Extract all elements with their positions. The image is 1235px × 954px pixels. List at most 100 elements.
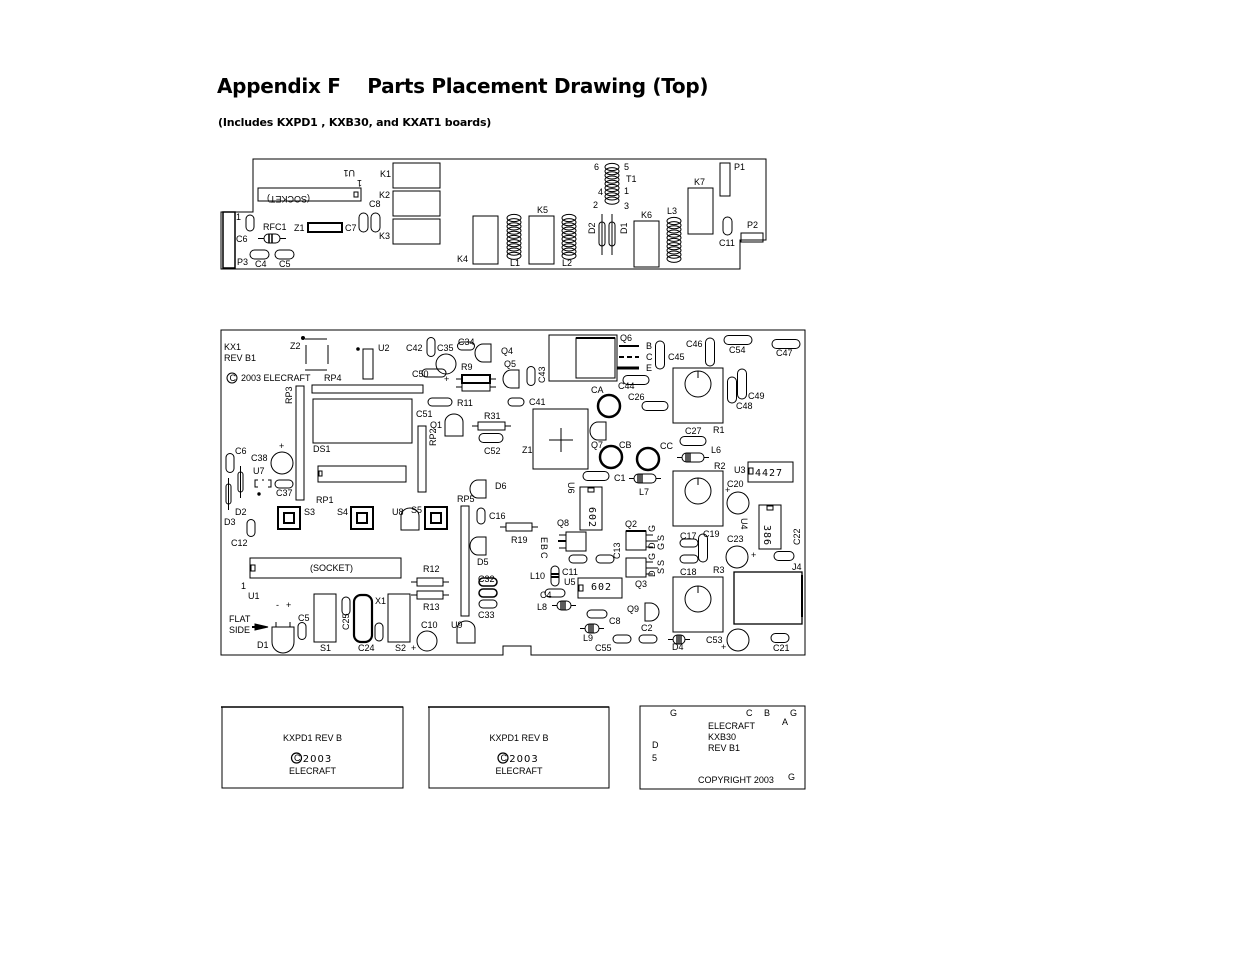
kx1-label-c37: C37 <box>276 488 293 498</box>
kxat1-label-t1_3: 3 <box>624 201 629 211</box>
pin-label: B <box>539 544 549 550</box>
u7-chip <box>254 479 272 488</box>
kx1-label-ic4427: 4427 <box>755 468 783 479</box>
kx1-label-l10: L10 <box>530 571 545 581</box>
kx1-label-c11: C11 <box>562 567 578 577</box>
kxb30-text: REV B1 <box>708 743 740 753</box>
ic-notch <box>766 505 774 511</box>
copyright-c: C <box>230 373 237 383</box>
kxat1-label-t1_2: 2 <box>593 200 598 210</box>
rp1-socket <box>317 465 407 483</box>
kx1-label-q8: Q8 <box>557 518 569 528</box>
p3-connector <box>222 211 236 269</box>
kx1-label-c27: C27 <box>685 426 702 436</box>
kx1-label-c46: C46 <box>686 339 703 349</box>
kx1-label-socket: (SOCKET) <box>310 563 353 573</box>
inductor-l9 <box>580 623 604 634</box>
board-name: KX1 <box>224 342 241 352</box>
coil-l2 <box>561 213 577 260</box>
kxb30-copyright: COPYRIGHT 2003 <box>698 775 774 785</box>
kxat1-label-c4: C4 <box>255 259 267 269</box>
kx1-label-flat: FLAT <box>229 614 251 624</box>
kx1-label-d3: D3 <box>224 517 236 527</box>
cap-c53 <box>726 628 750 652</box>
kxat1-label-k4: K4 <box>457 254 468 264</box>
kx1-label-c42: C42 <box>406 343 423 353</box>
board-copyright: 2003 ELECRAFT <box>241 373 311 383</box>
kx1-label-s2: S2 <box>395 643 406 653</box>
copyright-c: C <box>294 753 301 763</box>
kx1-label-ic386: 386 <box>761 525 772 546</box>
kx1-label-c54: C54 <box>729 345 746 355</box>
kxat1-label-u1: U1 <box>343 168 355 178</box>
header-p2 <box>740 232 764 243</box>
kxpd1-maker: ELECRAFT <box>495 766 543 776</box>
trimmer-r2 <box>672 470 724 527</box>
kx1-label-r11: R11 <box>457 398 473 408</box>
kx1-label-r13: R13 <box>423 602 440 612</box>
cap-c42 <box>426 337 436 357</box>
cap-c27 <box>679 436 707 446</box>
kxat1-label-t1_4: 4 <box>598 187 603 197</box>
kx1-label-rp5: RP5 <box>457 494 475 504</box>
kxb30-pad-label: D <box>652 740 659 750</box>
socket-notch <box>353 191 359 198</box>
cap-c41 <box>507 397 525 407</box>
c11-cap <box>722 216 733 236</box>
resistor-r19 <box>500 522 538 532</box>
cap-c18 <box>679 554 699 564</box>
kxat1-label-c11: C11 <box>719 238 735 248</box>
resistor-r11 <box>456 382 496 392</box>
cap-c51 <box>427 397 453 407</box>
polarity-plus: + <box>444 374 449 384</box>
kxat1-label-t1_1: 1 <box>624 186 629 196</box>
kx1-label-plus2: + <box>411 643 416 653</box>
relay-k5 <box>528 215 555 265</box>
kx1-label-c5: C5 <box>298 613 310 623</box>
kx1-label-r12: R12 <box>423 564 440 574</box>
transistor-q8 <box>558 531 587 552</box>
cap-c5 <box>297 622 307 640</box>
kxb30-pad-label: G <box>790 708 797 718</box>
kx1-parts <box>225 335 801 652</box>
resistor-r31 <box>472 421 511 431</box>
cap-c8 <box>586 609 608 619</box>
kx1-label-z2: Z2 <box>290 341 301 351</box>
cap-c33 <box>478 588 498 598</box>
kx1-label-ds1: DS1 <box>313 444 331 454</box>
kx1-label-r31: R31 <box>484 411 501 421</box>
coils <box>506 162 682 263</box>
kx1-label-u1: U1 <box>248 591 260 601</box>
kx1-label-side: SIDE <box>229 625 250 635</box>
kx1-label-s4: S4 <box>337 507 348 517</box>
kxat1-label-k1: K1 <box>380 169 391 179</box>
rp4 <box>311 384 424 394</box>
cap-c10 <box>416 630 438 652</box>
cap-c6 <box>225 453 235 473</box>
kx1-label-pin1: 1 <box>241 581 246 591</box>
kx1-label-d4: D4 <box>672 642 684 652</box>
cap-c37 <box>274 479 294 489</box>
pin-label: S <box>656 568 666 574</box>
kx1-label-e: E <box>646 363 652 373</box>
cap-c54 <box>723 335 753 345</box>
kx1-label-c12: C12 <box>231 538 248 548</box>
kx1-label-c6: C6 <box>235 446 247 456</box>
header-p1 <box>719 162 731 197</box>
kx1-label-c2: C2 <box>641 623 653 633</box>
pin-label: G <box>656 543 666 550</box>
kxat1-label-t1: T1 <box>626 174 637 184</box>
polarity-plus: + <box>725 485 730 495</box>
kx1-label-d1: D1 <box>257 640 269 650</box>
pin-label: C <box>539 552 549 559</box>
z1-part <box>307 222 343 233</box>
cap-c43 <box>526 366 536 386</box>
kxat1-label-l3: L3 <box>667 206 677 216</box>
kx1-label-x1: X1 <box>375 596 386 606</box>
kx1-label-l6: L6 <box>711 445 721 455</box>
kx1-label-q7: Q7 <box>591 440 603 450</box>
kx1-label-d5: D5 <box>477 557 489 567</box>
resistor-r13 <box>411 590 449 600</box>
kx1-label-l7: L7 <box>639 487 649 497</box>
relay-k7 <box>687 187 714 235</box>
